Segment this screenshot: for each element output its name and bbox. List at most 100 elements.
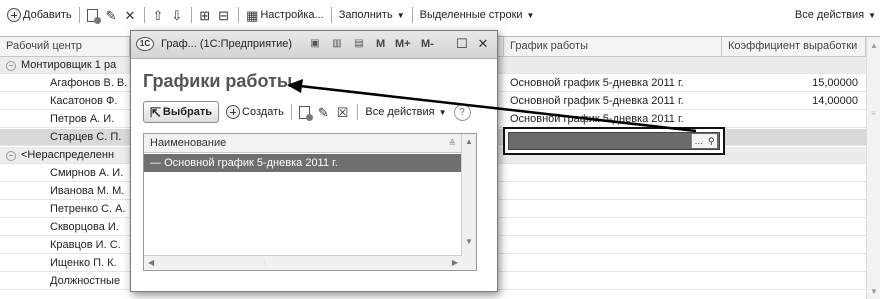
toolbar-divider — [78, 7, 80, 23]
close-icon[interactable]: ✕ — [474, 35, 492, 53]
arrow-down-icon: ⇩ — [171, 7, 183, 23]
column-header-work-center[interactable]: Рабочий центр — [0, 37, 130, 57]
schedule-cell: Основной график 5-дневка 2011 г. — [510, 113, 684, 125]
settings-button[interactable]: ▦ Настройка... — [243, 4, 327, 26]
dialog-titlebar[interactable]: 1С Граф... (1С:Предприятие) ▣ ▥ ▤ M M+ M… — [131, 31, 497, 59]
sort-asc-icon: ⊞ — [199, 7, 211, 23]
copy-icon — [298, 105, 313, 121]
work-center-cell: Скворцова И. — [50, 221, 119, 233]
copy-button[interactable] — [296, 101, 315, 123]
add-icon — [7, 8, 21, 22]
add-icon — [226, 105, 241, 119]
schedules-list: Наименование ≙ — Основной график 5-дневк… — [143, 133, 477, 271]
all-actions-button[interactable]: Все действия ▼ — [795, 4, 876, 26]
work-center-cell: Петров А. И. — [50, 113, 115, 125]
move-down-button[interactable]: ⇩ — [168, 4, 187, 26]
settings-table-icon: ▦ — [246, 7, 259, 23]
list-item[interactable]: — Основной график 5-дневка 2011 г. — [144, 154, 462, 172]
chevron-down-icon: ▼ — [438, 107, 447, 117]
work-center-cell: Касатонов Ф. — [50, 95, 118, 107]
work-center-cell: Агафонов В. В. — [50, 77, 128, 89]
copy-button[interactable] — [84, 4, 103, 26]
selected-rows-label: Выделенные строки — [419, 9, 523, 21]
schedules-dialog: 1С Граф... (1С:Предприятие) ▣ ▥ ▤ M M+ M… — [130, 30, 498, 292]
column-header-name[interactable]: Наименование ≙ — [144, 134, 462, 153]
sort-icon: ≙ — [448, 138, 456, 148]
toolbar-divider — [191, 7, 193, 23]
work-center-cell: Иванова М. М. — [50, 185, 125, 197]
move-up-button[interactable]: ⇧ — [149, 4, 168, 26]
work-center-cell: Петренко С. А. — [50, 203, 126, 215]
field-buttons: … ⚲ — [691, 134, 717, 148]
schedule-input[interactable]: … ⚲ — [508, 132, 720, 150]
scroll-left-icon[interactable]: ◀ — [148, 258, 154, 267]
table-icon[interactable]: ▥ — [328, 36, 346, 54]
search-icon[interactable]: ⚲ — [708, 136, 715, 147]
scroll-grip-icon[interactable]: ≡ — [871, 109, 876, 118]
scroll-up-icon[interactable]: ▲ — [870, 41, 878, 50]
work-center-cell: − <Нераспределенн — [0, 147, 130, 164]
save-icon[interactable]: ▣ — [306, 36, 324, 54]
dialog-toolbar: ⇱ Выбрать Создать ✎ ☒ Все действия ▼ ? — [143, 99, 471, 125]
settings-button-label: Настройка... — [260, 9, 324, 21]
work-center-cell: − Монтировщик 1 ра — [0, 57, 130, 74]
scroll-grip-icon[interactable]: ⦙ — [264, 258, 266, 268]
scroll-right-icon[interactable]: ▶ — [452, 258, 458, 267]
list-vertical-scrollbar[interactable]: ▲ ▼ — [461, 134, 476, 270]
table-scrollbar[interactable]: ▲ ≡ ▼ — [866, 37, 880, 299]
create-button-label: Создать — [242, 106, 284, 118]
chevron-down-icon: ▼ — [396, 10, 405, 20]
work-center-cell: Должностные — [50, 275, 121, 287]
schedule-cell: Основной график 5-дневка 2011 г. — [510, 77, 684, 89]
work-center-cell: Смирнов А. И. — [50, 167, 124, 179]
add-button-label: Добавить — [23, 9, 72, 21]
column-header-coef[interactable]: Коэффициент выработки — [722, 37, 866, 57]
select-icon: ⇱ — [150, 104, 161, 120]
schedule-cell: Основной график 5-дневка 2011 г. — [510, 95, 684, 107]
memory-minus-button[interactable]: M- — [421, 38, 434, 50]
toolbar-divider — [330, 7, 332, 23]
delete-button[interactable]: ✕ — [122, 4, 141, 26]
schedule-edit-field[interactable]: … ⚲ — [503, 127, 725, 155]
maximize-icon[interactable]: ☐ — [453, 35, 471, 53]
edit-button[interactable]: ✎ — [315, 101, 334, 123]
add-button[interactable]: Добавить — [4, 4, 75, 26]
coef-cell: 15,00000 — [812, 77, 858, 89]
selected-rows-button[interactable]: Выделенные строки ▼ — [417, 4, 538, 26]
dialog-all-actions-button[interactable]: Все действия ▼ — [362, 101, 449, 123]
column-header-schedule[interactable]: График работы — [504, 37, 722, 57]
coef-cell: 14,00000 — [812, 95, 858, 107]
toolbar-divider — [238, 7, 240, 23]
toolbar-divider — [411, 7, 413, 23]
toolbar-divider — [290, 104, 292, 120]
all-actions-label: Все действия — [794, 9, 865, 21]
memory-button[interactable]: M — [376, 38, 385, 50]
edit-button[interactable]: ✎ — [103, 4, 122, 26]
help-icon[interactable]: ? — [453, 103, 471, 121]
calendar-icon[interactable]: ▤ — [350, 36, 368, 54]
scroll-down-icon[interactable]: ▼ — [870, 287, 878, 296]
collapse-icon[interactable]: − — [6, 151, 16, 161]
fill-button-label: Заполнить — [338, 9, 393, 21]
collapse-icon[interactable]: − — [6, 61, 16, 71]
toolbar-divider — [144, 7, 146, 23]
work-center-cell: Ищенко П. К. — [50, 257, 117, 269]
pencil-icon: ✎ — [105, 7, 117, 23]
create-button[interactable]: Создать — [223, 101, 287, 123]
sort-desc-button[interactable]: ⊟ — [215, 4, 234, 26]
fill-button[interactable]: Заполнить ▼ — [336, 4, 408, 26]
sort-desc-icon: ⊟ — [218, 7, 230, 23]
copy-icon — [86, 8, 101, 24]
scroll-down-icon[interactable]: ▼ — [465, 237, 473, 246]
scroll-up-icon[interactable]: ▲ — [465, 137, 473, 146]
dialog-all-actions-label: Все действия — [365, 106, 435, 118]
main-toolbar: Добавить ✎ ✕ ⇧ ⇩ ⊞ ⊟ ▦ Настройка... Запо… — [0, 0, 880, 30]
delete-button[interactable]: ☒ — [334, 101, 354, 123]
list-horizontal-scrollbar[interactable]: ◀ ⦙ ▶ — [144, 255, 462, 270]
ellipsis-button-icon[interactable]: … — [694, 136, 703, 146]
memory-plus-button[interactable]: M+ — [395, 38, 411, 50]
sort-asc-button[interactable]: ⊞ — [196, 4, 215, 26]
dialog-heading: Графики работы — [143, 71, 293, 91]
select-button[interactable]: ⇱ Выбрать — [143, 101, 220, 123]
work-center-cell: Старцев С. П. — [50, 131, 122, 143]
